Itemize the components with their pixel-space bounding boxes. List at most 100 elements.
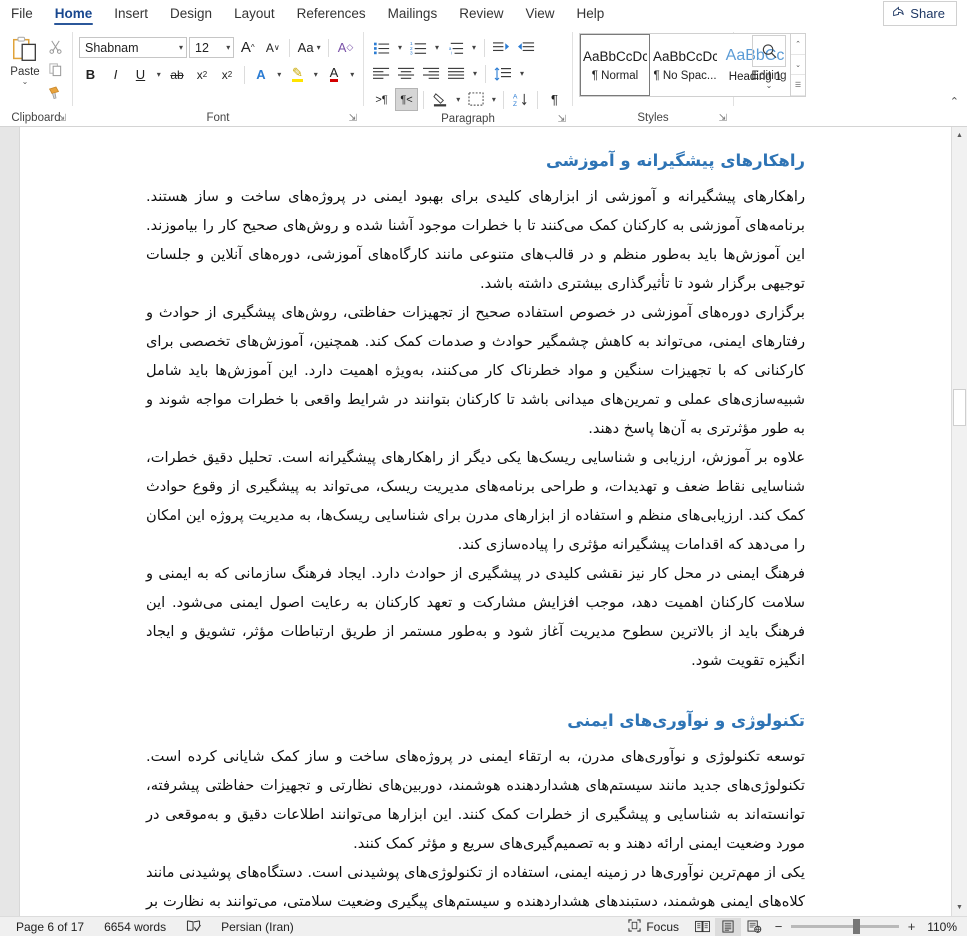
text-effects-icon[interactable]: A bbox=[249, 63, 272, 86]
underline-button[interactable]: U bbox=[129, 63, 152, 86]
proofing-check-icon[interactable] bbox=[176, 920, 211, 933]
ribbon: Paste ⌄ Clipboard ⇲ Shabnam ▾ 12 ▾ A ^ A… bbox=[0, 28, 967, 127]
justify-icon[interactable] bbox=[445, 62, 468, 85]
justify-chevron-down-icon[interactable]: ▾ bbox=[470, 69, 480, 78]
font-name-combobox[interactable]: Shabnam ▾ bbox=[79, 37, 188, 58]
status-language[interactable]: Persian (Iran) bbox=[211, 920, 304, 934]
styles-dialog-launcher-icon[interactable]: ⇲ bbox=[719, 111, 727, 127]
multilevel-chevron-down-icon[interactable]: ▾ bbox=[469, 43, 479, 52]
tab-references[interactable]: References bbox=[286, 0, 377, 27]
format-painter-icon[interactable] bbox=[44, 82, 66, 103]
paragraph-2: برگزاری دوره‌های آموزشی در خصوص استفاده … bbox=[146, 303, 805, 437]
subscript-button[interactable]: x2 bbox=[191, 63, 214, 86]
grow-font-icon[interactable]: A ^ bbox=[236, 36, 259, 59]
font-row-1: Shabnam ▾ 12 ▾ A ^ A ∨ Aa ▾ A ◇ bbox=[79, 36, 357, 59]
paste-button[interactable]: Paste ⌄ bbox=[6, 33, 44, 86]
line-spacing-chevron-down-icon[interactable]: ▾ bbox=[517, 69, 527, 78]
editing-button[interactable]: Editing ⌄ bbox=[740, 33, 798, 90]
borders-chevron-down-icon[interactable]: ▾ bbox=[490, 95, 499, 104]
zoom-slider-thumb[interactable] bbox=[853, 919, 860, 934]
font-color-chevron-down-icon[interactable]: ▾ bbox=[348, 70, 358, 79]
shrink-font-icon[interactable]: A ∨ bbox=[261, 36, 284, 59]
collapse-ribbon-icon[interactable]: ⌃ bbox=[950, 95, 959, 108]
font-color-icon[interactable]: A bbox=[323, 63, 346, 86]
text-effects-chevron-down-icon[interactable]: ▾ bbox=[274, 70, 284, 79]
tab-home[interactable]: Home bbox=[44, 0, 104, 27]
show-formatting-marks-button[interactable]: ¶ bbox=[543, 88, 566, 111]
scroll-thumb[interactable] bbox=[953, 389, 966, 426]
sort-icon[interactable]: AZ bbox=[509, 88, 532, 111]
share-label: Share bbox=[910, 5, 945, 21]
ltr-text-direction-button[interactable]: >¶ bbox=[370, 88, 393, 111]
bullets-icon[interactable] bbox=[370, 36, 393, 59]
document-page[interactable]: راهکارهای پیشگیرانه و آموزشی راهکارهای پ… bbox=[20, 127, 951, 916]
font-size-combobox[interactable]: 12 ▾ bbox=[189, 37, 235, 58]
underline-chevron-down-icon[interactable]: ▾ bbox=[154, 70, 164, 79]
tab-layout[interactable]: Layout bbox=[223, 0, 286, 27]
strikethrough-button[interactable]: ab bbox=[166, 63, 189, 86]
align-center-icon[interactable] bbox=[395, 62, 418, 85]
line-spacing-icon[interactable] bbox=[491, 62, 515, 85]
paragraph-group-label-text: Paragraph bbox=[441, 113, 495, 125]
read-mode-icon[interactable] bbox=[689, 918, 715, 936]
print-layout-icon[interactable] bbox=[715, 917, 741, 936]
svg-text:3: 3 bbox=[410, 50, 413, 54]
multilevel-list-icon[interactable]: ai bbox=[444, 36, 467, 59]
scroll-up-arrow-icon[interactable]: ▲ bbox=[952, 127, 967, 144]
styles-group-label: Styles ⇲ bbox=[573, 110, 733, 126]
font-dialog-launcher-icon[interactable]: ⇲ bbox=[349, 111, 357, 127]
bullets-chevron-down-icon[interactable]: ▾ bbox=[395, 43, 405, 52]
font-name-chevron-down-icon: ▾ bbox=[179, 43, 184, 52]
borders-icon[interactable] bbox=[465, 88, 488, 111]
clipboard-dialog-launcher-icon[interactable]: ⇲ bbox=[58, 111, 66, 127]
tab-help[interactable]: Help bbox=[566, 0, 616, 27]
style-item-normal[interactable]: AaBbCcDc ¶ Normal bbox=[580, 34, 650, 96]
rtl-text-direction-button[interactable]: ¶< bbox=[395, 88, 418, 111]
zoom-level-label[interactable]: 110% bbox=[923, 920, 961, 934]
tab-design[interactable]: Design bbox=[159, 0, 223, 27]
tab-insert[interactable]: Insert bbox=[103, 0, 159, 27]
tab-mailings[interactable]: Mailings bbox=[377, 0, 449, 27]
para-sep-5 bbox=[537, 90, 539, 109]
cut-icon[interactable] bbox=[44, 36, 66, 57]
italic-button[interactable]: I bbox=[104, 63, 127, 86]
superscript-button[interactable]: x2 bbox=[216, 63, 239, 86]
status-word-count[interactable]: 6654 words bbox=[94, 920, 176, 934]
zoom-in-button[interactable]: + bbox=[906, 919, 917, 934]
numbering-chevron-down-icon[interactable]: ▾ bbox=[432, 43, 442, 52]
numbering-icon[interactable]: 123 bbox=[407, 36, 430, 59]
style-no-spacing-name: ¶ No Spac... bbox=[653, 69, 717, 82]
scroll-track[interactable] bbox=[952, 144, 967, 899]
document-area: راهکارهای پیشگیرانه و آموزشی راهکارهای پ… bbox=[0, 127, 967, 916]
tab-view[interactable]: View bbox=[514, 0, 565, 27]
highlight-chevron-down-icon[interactable]: ▾ bbox=[311, 70, 321, 79]
web-layout-icon[interactable] bbox=[741, 918, 767, 936]
highlight-color-icon[interactable]: ✎ bbox=[286, 63, 309, 86]
status-page-number[interactable]: Page 6 of 17 bbox=[6, 920, 94, 934]
tab-design-label: Design bbox=[170, 6, 213, 21]
paragraph-dialog-launcher-icon[interactable]: ⇲ bbox=[558, 112, 566, 128]
copy-icon[interactable] bbox=[44, 59, 66, 80]
bold-button[interactable]: B bbox=[79, 63, 102, 86]
zoom-out-button[interactable]: − bbox=[773, 919, 784, 934]
tab-review[interactable]: Review bbox=[448, 0, 514, 27]
shading-icon[interactable] bbox=[429, 88, 452, 111]
decrease-indent-icon[interactable] bbox=[490, 36, 513, 59]
para-sep-1 bbox=[484, 38, 485, 57]
change-case-icon[interactable]: Aa ▾ bbox=[295, 36, 323, 59]
paste-chevron-down-icon[interactable]: ⌄ bbox=[22, 78, 29, 86]
increase-indent-icon[interactable] bbox=[515, 36, 538, 59]
tab-file[interactable]: File bbox=[0, 0, 44, 27]
scroll-down-arrow-icon[interactable]: ▼ bbox=[952, 899, 967, 916]
share-button[interactable]: Share bbox=[883, 1, 957, 26]
editing-chevron-down-icon[interactable]: ⌄ bbox=[766, 82, 773, 90]
paragraph-3: علاوه بر آموزش، ارزیابی و شناسایی ریسک‌ه… bbox=[146, 448, 805, 553]
align-left-icon[interactable] bbox=[370, 62, 393, 85]
vertical-scrollbar[interactable]: ▲ ▼ bbox=[951, 127, 967, 916]
shading-chevron-down-icon[interactable]: ▾ bbox=[454, 95, 463, 104]
clear-formatting-icon[interactable]: A ◇ bbox=[334, 36, 357, 59]
style-item-no-spacing[interactable]: AaBbCcDc ¶ No Spac... bbox=[650, 34, 720, 96]
align-right-icon[interactable] bbox=[420, 62, 443, 85]
zoom-slider-track[interactable] bbox=[791, 919, 899, 934]
focus-mode-button[interactable]: Focus bbox=[618, 918, 689, 935]
